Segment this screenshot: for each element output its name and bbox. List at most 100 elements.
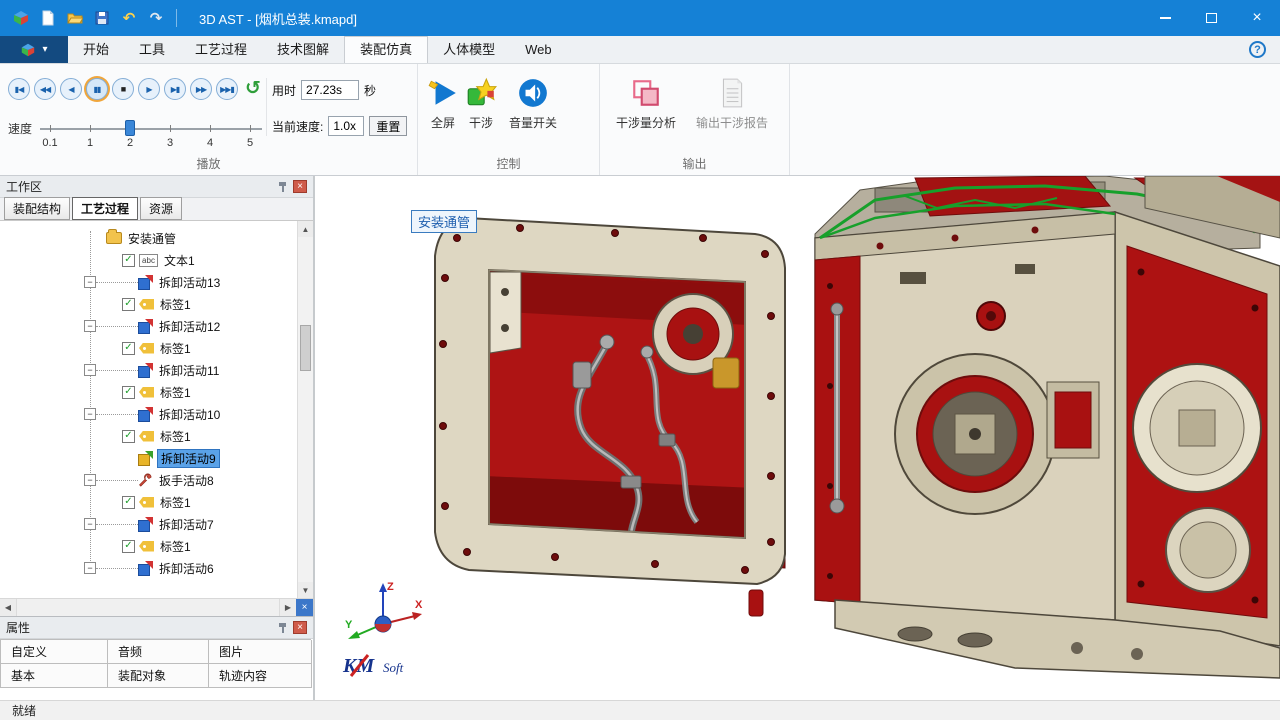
scroll-down-button[interactable]: ▼ (298, 582, 313, 598)
tag-icon (139, 497, 154, 508)
tree-item-selected[interactable]: 拆卸活动9 (0, 447, 313, 469)
file-menu-button[interactable]: ▾ (0, 36, 68, 63)
tree-item[interactable]: − 拆卸活动11 (0, 359, 313, 381)
vertical-scrollbar[interactable]: ▲ ▼ (297, 221, 313, 598)
interference-button[interactable]: 干涉 (464, 70, 498, 132)
tab-assembly-simulation[interactable]: 装配仿真 (344, 36, 428, 63)
checkbox-checked[interactable]: ✓ (122, 540, 135, 553)
activity-icon (138, 517, 153, 532)
vertical-scroll-thumb[interactable] (300, 325, 311, 371)
step-backward-button[interactable]: ◀ (60, 78, 82, 100)
checkbox-checked[interactable]: ✓ (122, 342, 135, 355)
undo-button[interactable]: ↶ (117, 6, 141, 30)
new-document-button[interactable] (36, 6, 60, 30)
tree-expander[interactable]: − (84, 562, 96, 574)
replay-button[interactable]: ↺ (245, 78, 261, 100)
scroll-left-button[interactable]: ◀ (0, 599, 17, 616)
tab-technical-illustration[interactable]: 技术图解 (262, 36, 344, 63)
properties-tab-basic[interactable]: 基本 (1, 664, 108, 688)
tree-item[interactable]: ✓ 标签1 (0, 337, 313, 359)
scroll-up-button[interactable]: ▲ (298, 221, 313, 237)
checkbox-checked[interactable]: ✓ (122, 496, 135, 509)
fast-forward-button[interactable]: ▶▶ (190, 78, 212, 100)
properties-tab-image[interactable]: 图片 (209, 640, 312, 664)
output-report-button[interactable]: 输出干涉报告 (688, 70, 776, 132)
tab-start[interactable]: 开始 (68, 36, 124, 63)
horizontal-scroll-track[interactable] (17, 599, 279, 616)
tab-process[interactable]: 工艺过程 (180, 36, 262, 63)
workspace-title: 工作区 (6, 178, 42, 195)
speed-slider-track[interactable] (40, 128, 262, 130)
open-folder-button[interactable] (63, 6, 87, 30)
properties-tab-audio[interactable]: 音频 (108, 640, 209, 664)
tab-process-tree[interactable]: 工艺过程 (72, 197, 138, 220)
save-button[interactable] (90, 6, 114, 30)
pin-icon[interactable] (278, 623, 287, 633)
scroll-right-button[interactable]: ▶ (279, 599, 296, 616)
tree-expander[interactable]: − (84, 276, 96, 288)
model-3d-view[interactable] (315, 176, 1280, 700)
horizontal-scrollbar[interactable]: ◀ ▶ × (0, 598, 313, 616)
tree-item-label: 扳手活动8 (159, 472, 214, 489)
tree-item[interactable]: − 拆卸活动12 (0, 315, 313, 337)
tree-item[interactable]: ✓ 标签1 (0, 491, 313, 513)
current-speed-input[interactable] (328, 116, 364, 136)
checkbox-checked[interactable]: ✓ (122, 430, 135, 443)
stop-button[interactable]: ■ (112, 78, 134, 100)
tree-expander[interactable]: − (84, 364, 96, 376)
tree-connector (96, 568, 138, 569)
viewport-3d[interactable]: 安装通管 (315, 176, 1280, 700)
tree-item[interactable]: ✓ 标签1 (0, 381, 313, 403)
pin-icon[interactable] (278, 182, 287, 192)
properties-tab-custom[interactable]: 自定义 (1, 640, 108, 664)
pause-button[interactable]: ▮▮ (86, 78, 108, 100)
elapsed-time-input[interactable] (301, 80, 359, 100)
goto-start-button[interactable]: ▮◀ (8, 78, 30, 100)
close-icon: × (302, 602, 308, 613)
tree-item[interactable]: − 扳手活动8 (0, 469, 313, 491)
minimize-button[interactable] (1142, 0, 1188, 36)
tree-item-label: 标签1 (160, 296, 191, 313)
interference-analysis-button[interactable]: 干涉量分析 (608, 70, 684, 132)
workspace-close-button[interactable]: × (293, 180, 307, 193)
tree-item[interactable]: 安装通管 (0, 227, 313, 249)
goto-end-button[interactable]: ▶▶▮ (216, 78, 238, 100)
annotation-label[interactable]: 安装通管 (411, 210, 477, 233)
volume-toggle-button[interactable]: 音量开关 (502, 70, 564, 132)
play-button[interactable]: ▶ (138, 78, 160, 100)
tree-item[interactable]: − 拆卸活动10 (0, 403, 313, 425)
checkbox-checked[interactable]: ✓ (122, 386, 135, 399)
tab-resources[interactable]: 资源 (140, 197, 182, 220)
tab-assembly-structure[interactable]: 装配结构 (4, 197, 70, 220)
tab-tools[interactable]: 工具 (124, 36, 180, 63)
tree-expander[interactable]: − (84, 408, 96, 420)
tree-item[interactable]: ✓ abc 文本1 (0, 249, 313, 271)
step-forward-button[interactable]: ▶▮ (164, 78, 186, 100)
checkbox-checked[interactable]: ✓ (122, 254, 135, 267)
properties-tab-track-content[interactable]: 轨迹内容 (209, 664, 312, 688)
tree-expander[interactable]: − (84, 320, 96, 332)
speed-slider-thumb[interactable] (125, 120, 135, 136)
properties-tab-assembly-object[interactable]: 装配对象 (108, 664, 209, 688)
tab-web[interactable]: Web (510, 36, 567, 63)
properties-close-button[interactable]: × (293, 621, 307, 634)
tree-expander[interactable]: − (84, 518, 96, 530)
reset-speed-button[interactable]: 重置 (369, 116, 407, 136)
checkbox-checked[interactable]: ✓ (122, 298, 135, 311)
tab-human-model[interactable]: 人体模型 (428, 36, 510, 63)
maximize-button[interactable] (1188, 0, 1234, 36)
close-button[interactable]: × (1234, 0, 1280, 36)
tree-item[interactable]: − 拆卸活动7 (0, 513, 313, 535)
redo-button[interactable]: ↷ (144, 6, 168, 30)
scrollbar-corner-close-button[interactable]: × (296, 599, 313, 616)
tree-item[interactable]: ✓ 标签1 (0, 425, 313, 447)
fullscreen-icon (427, 77, 459, 109)
tree-item[interactable]: − 拆卸活动6 (0, 557, 313, 579)
fullscreen-button[interactable]: 全屏 (426, 70, 460, 132)
tree-item[interactable]: ✓ 标签1 (0, 293, 313, 315)
fast-backward-button[interactable]: ◀◀ (34, 78, 56, 100)
tree-item[interactable]: − 拆卸活动13 (0, 271, 313, 293)
tree-expander[interactable]: − (84, 474, 96, 486)
help-button[interactable]: ? (1249, 41, 1266, 58)
tree-item[interactable]: ✓ 标签1 (0, 535, 313, 557)
